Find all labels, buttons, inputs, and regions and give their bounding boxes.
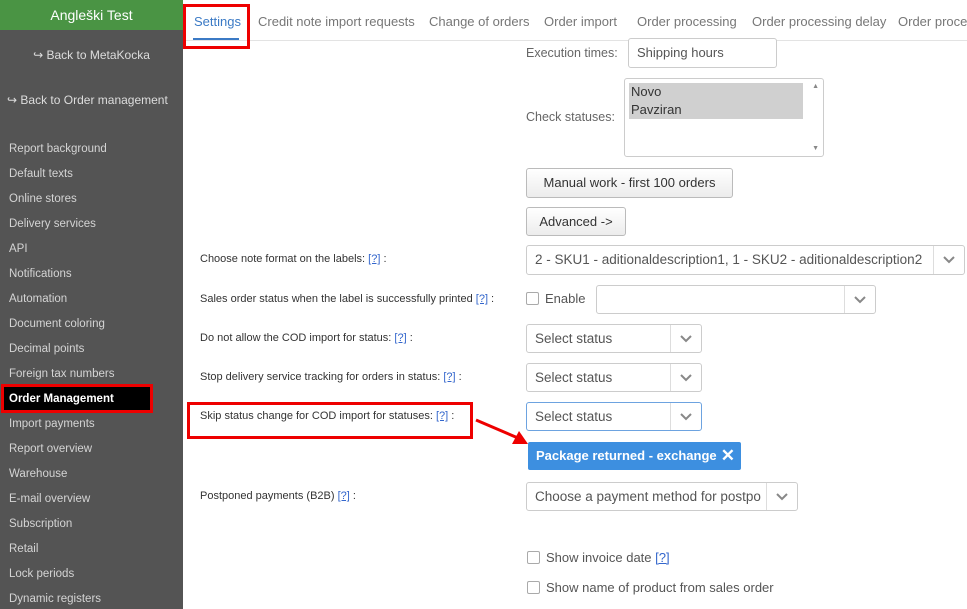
sidebar-item-foreign-tax-numbers[interactable]: Foreign tax numbers [9,368,114,380]
tab-order-import[interactable]: Order import [544,14,617,29]
show-invoice-date-checkbox[interactable] [527,551,540,564]
help-link[interactable]: [?] [368,253,380,265]
check-statuses-label: Check statuses: [526,110,615,124]
chevron-down-icon[interactable] [670,403,701,430]
sidebar-item-decimal-points[interactable]: Decimal points [9,343,84,355]
tab-order-processing-truncated[interactable]: Order proces [898,14,967,29]
help-link[interactable]: [?] [338,490,350,502]
stop-tracking-label: Stop delivery service tracking for order… [200,371,462,383]
sidebar-item-delivery-services[interactable]: Delivery services [9,218,96,230]
enable-label: Enable [545,291,586,306]
chevron-down-icon[interactable] [670,325,701,352]
sidebar-item-api[interactable]: API [9,243,28,255]
help-link[interactable]: [?] [655,550,669,565]
execution-times-input[interactable]: Shipping hours [628,38,777,68]
selected-status-tag[interactable]: Package returned - exchange ✕ [528,442,741,470]
help-link[interactable]: [?] [476,293,488,305]
stop-tracking-status-select[interactable]: Select status [526,363,702,392]
sidebar-item-dynamic-registers[interactable]: Dynamic registers [9,593,101,605]
no-cod-status-select[interactable]: Select status [526,324,702,353]
sidebar-item-lock-periods[interactable]: Lock periods [9,568,74,580]
manual-work-button[interactable]: Manual work - first 100 orders [526,168,733,198]
tab-order-processing[interactable]: Order processing [637,14,737,29]
advanced-button[interactable]: Advanced -> [526,207,626,236]
postponed-payment-method-select[interactable]: Choose a payment method for postpon [526,482,798,511]
show-product-name-checkbox[interactable] [527,581,540,594]
sales-status-label: Sales order status when the label is suc… [200,293,495,305]
back-to-metakocka-link[interactable]: ↪ Back to MetaKocka [0,48,183,62]
back-to-order-management-link[interactable]: ↪ Back to Order management [7,93,190,107]
help-link[interactable]: [?] [394,332,406,344]
sidebar-item-notifications[interactable]: Notifications [9,268,72,280]
postponed-payments-label: Postponed payments (B2B) [?] : [200,490,356,502]
check-statuses-listbox[interactable]: Novo Pavziran ▲ ▼ [624,78,824,157]
exit-icon: ↪ [7,93,18,107]
chevron-down-icon[interactable] [844,286,875,313]
sidebar-item-report-overview[interactable]: Report overview [9,443,92,455]
sidebar-item-import-payments[interactable]: Import payments [9,418,95,430]
no-cod-label: Do not allow the COD import for status: … [200,332,413,344]
chevron-down-icon[interactable] [766,483,797,510]
sidebar-item-subscription[interactable]: Subscription [9,518,72,530]
sidebar: Angleški Test ↪ Back to MetaKocka ↪ Back… [0,0,183,609]
sidebar-item-warehouse[interactable]: Warehouse [9,468,67,480]
highlight-skip-status [187,402,473,439]
sidebar-item-automation[interactable]: Automation [9,293,67,305]
tab-credit-note-import-requests[interactable]: Credit note import requests [258,14,415,29]
show-invoice-date-label: Show invoice date [?] [546,550,670,565]
sidebar-item-online-stores[interactable]: Online stores [9,193,77,205]
show-product-name-label: Show name of product from sales order [546,580,774,595]
tab-order-processing-delay[interactable]: Order processing delay [752,14,886,29]
status-option-novo[interactable]: Novo [629,83,803,101]
sidebar-item-report-background[interactable]: Report background [9,143,107,155]
note-format-label: Choose note format on the labels: [?] : [200,253,387,265]
highlight-order-management [1,384,153,413]
scroll-down-icon[interactable]: ▼ [812,145,819,152]
sales-status-select[interactable] [596,285,876,314]
close-icon[interactable]: ✕ [721,442,735,470]
status-option-pavziran[interactable]: Pavziran [629,101,803,119]
chevron-down-icon[interactable] [670,364,701,391]
sidebar-item-default-texts[interactable]: Default texts [9,168,73,180]
tab-change-of-orders[interactable]: Change of orders [429,14,529,29]
scroll-up-icon[interactable]: ▲ [812,83,819,90]
company-title: Angleški Test [0,0,183,30]
skip-status-select[interactable]: Select status [526,402,702,431]
note-format-select[interactable]: 2 - SKU1 - aditionaldescription1, 1 - SK… [526,245,965,275]
execution-times-label: Execution times: [526,46,618,60]
enable-checkbox[interactable] [526,292,539,305]
help-link[interactable]: [?] [443,371,455,383]
sidebar-item-email-overview[interactable]: E-mail overview [9,493,90,505]
highlight-settings-tab [183,4,250,49]
sidebar-item-document-coloring[interactable]: Document coloring [9,318,105,330]
exit-icon: ↪ [33,48,44,62]
chevron-down-icon[interactable] [933,246,964,274]
sidebar-item-retail[interactable]: Retail [9,543,38,555]
